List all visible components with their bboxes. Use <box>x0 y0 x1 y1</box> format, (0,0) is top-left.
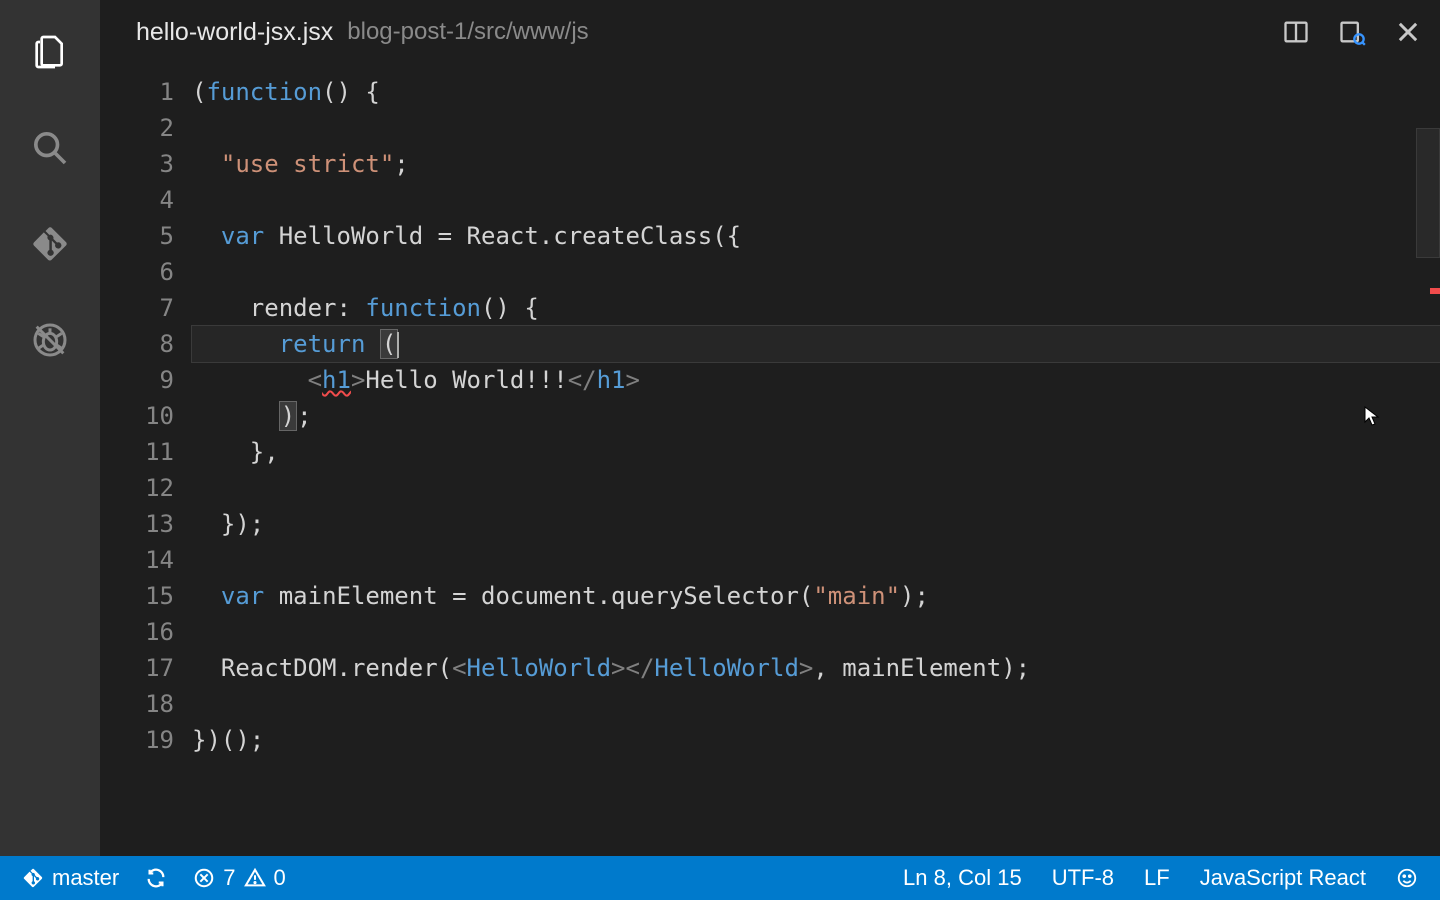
line-number: 2 <box>100 110 174 146</box>
line-number: 3 <box>100 146 174 182</box>
show-preview-icon[interactable] <box>1338 18 1366 46</box>
editor-column: hello-world-jsx.jsx blog-post-1/src/www/… <box>100 0 1440 856</box>
close-tab-icon[interactable] <box>1394 18 1422 46</box>
line-number: 12 <box>100 470 174 506</box>
code-area[interactable]: (function() { "use strict"; var HelloWor… <box>192 64 1440 856</box>
debug-icon[interactable] <box>26 316 74 364</box>
overview-ruler[interactable] <box>1416 128 1440 856</box>
line-number: 14 <box>100 542 174 578</box>
explorer-icon[interactable] <box>26 28 74 76</box>
code-line[interactable]: }); <box>192 506 1440 542</box>
code-line[interactable]: (function() { <box>192 74 1440 110</box>
line-number: 9 <box>100 362 174 398</box>
code-line[interactable] <box>192 686 1440 722</box>
tab-actions <box>1282 18 1422 46</box>
git-icon[interactable] <box>26 220 74 268</box>
overview-viewport[interactable] <box>1416 128 1440 258</box>
main-area: hello-world-jsx.jsx blog-post-1/src/www/… <box>0 0 1440 856</box>
line-number: 11 <box>100 434 174 470</box>
line-number: 10 <box>100 398 174 434</box>
encoding-status[interactable]: UTF-8 <box>1052 865 1114 891</box>
branch-name: master <box>52 865 119 891</box>
tab-filename[interactable]: hello-world-jsx.jsx <box>136 18 333 47</box>
sync-button[interactable] <box>145 867 167 889</box>
error-count: 7 <box>223 865 235 891</box>
code-line[interactable] <box>192 254 1440 290</box>
line-number: 13 <box>100 506 174 542</box>
line-number: 19 <box>100 722 174 758</box>
cursor-position[interactable]: Ln 8, Col 15 <box>903 865 1022 891</box>
editor-body[interactable]: 12345678910111213141516171819 (function(… <box>100 64 1440 856</box>
line-number: 17 <box>100 650 174 686</box>
code-line[interactable]: var mainElement = document.querySelector… <box>192 578 1440 614</box>
split-editor-icon[interactable] <box>1282 18 1310 46</box>
overview-error-marker[interactable] <box>1430 288 1440 294</box>
line-number: 6 <box>100 254 174 290</box>
code-line[interactable] <box>192 182 1440 218</box>
line-number: 1 <box>100 74 174 110</box>
line-number: 18 <box>100 686 174 722</box>
tab-path: blog-post-1/src/www/js <box>347 18 588 46</box>
code-line[interactable] <box>192 110 1440 146</box>
code-line[interactable]: })(); <box>192 722 1440 758</box>
language-mode[interactable]: JavaScript React <box>1200 865 1366 891</box>
line-number-gutter: 12345678910111213141516171819 <box>100 64 192 856</box>
code-line[interactable]: render: function() { <box>192 290 1440 326</box>
code-line[interactable] <box>192 470 1440 506</box>
line-number: 5 <box>100 218 174 254</box>
search-icon[interactable] <box>26 124 74 172</box>
line-number: 4 <box>100 182 174 218</box>
feedback-icon[interactable] <box>1396 867 1418 889</box>
line-number: 8 <box>100 326 174 362</box>
code-line[interactable]: <h1>Hello World!!!</h1> <box>192 362 1440 398</box>
status-bar: master 7 0 Ln 8, Col 15 UTF-8 LF JavaScr… <box>0 856 1440 900</box>
activity-bar <box>0 0 100 856</box>
editor-tab-header: hello-world-jsx.jsx blog-post-1/src/www/… <box>100 0 1440 64</box>
code-line[interactable]: ReactDOM.render(<HelloWorld></HelloWorld… <box>192 650 1440 686</box>
code-line[interactable]: }, <box>192 434 1440 470</box>
line-number: 15 <box>100 578 174 614</box>
code-line[interactable]: return ( <box>192 326 1440 362</box>
git-branch-status[interactable]: master <box>22 865 119 891</box>
problems-status[interactable]: 7 0 <box>193 865 286 891</box>
eol-status[interactable]: LF <box>1144 865 1170 891</box>
line-number: 7 <box>100 290 174 326</box>
code-line[interactable]: var HelloWorld = React.createClass({ <box>192 218 1440 254</box>
code-line[interactable] <box>192 542 1440 578</box>
line-number: 16 <box>100 614 174 650</box>
warning-count: 0 <box>274 865 286 891</box>
code-line[interactable]: "use strict"; <box>192 146 1440 182</box>
code-line[interactable]: ); <box>192 398 1440 434</box>
code-line[interactable] <box>192 614 1440 650</box>
